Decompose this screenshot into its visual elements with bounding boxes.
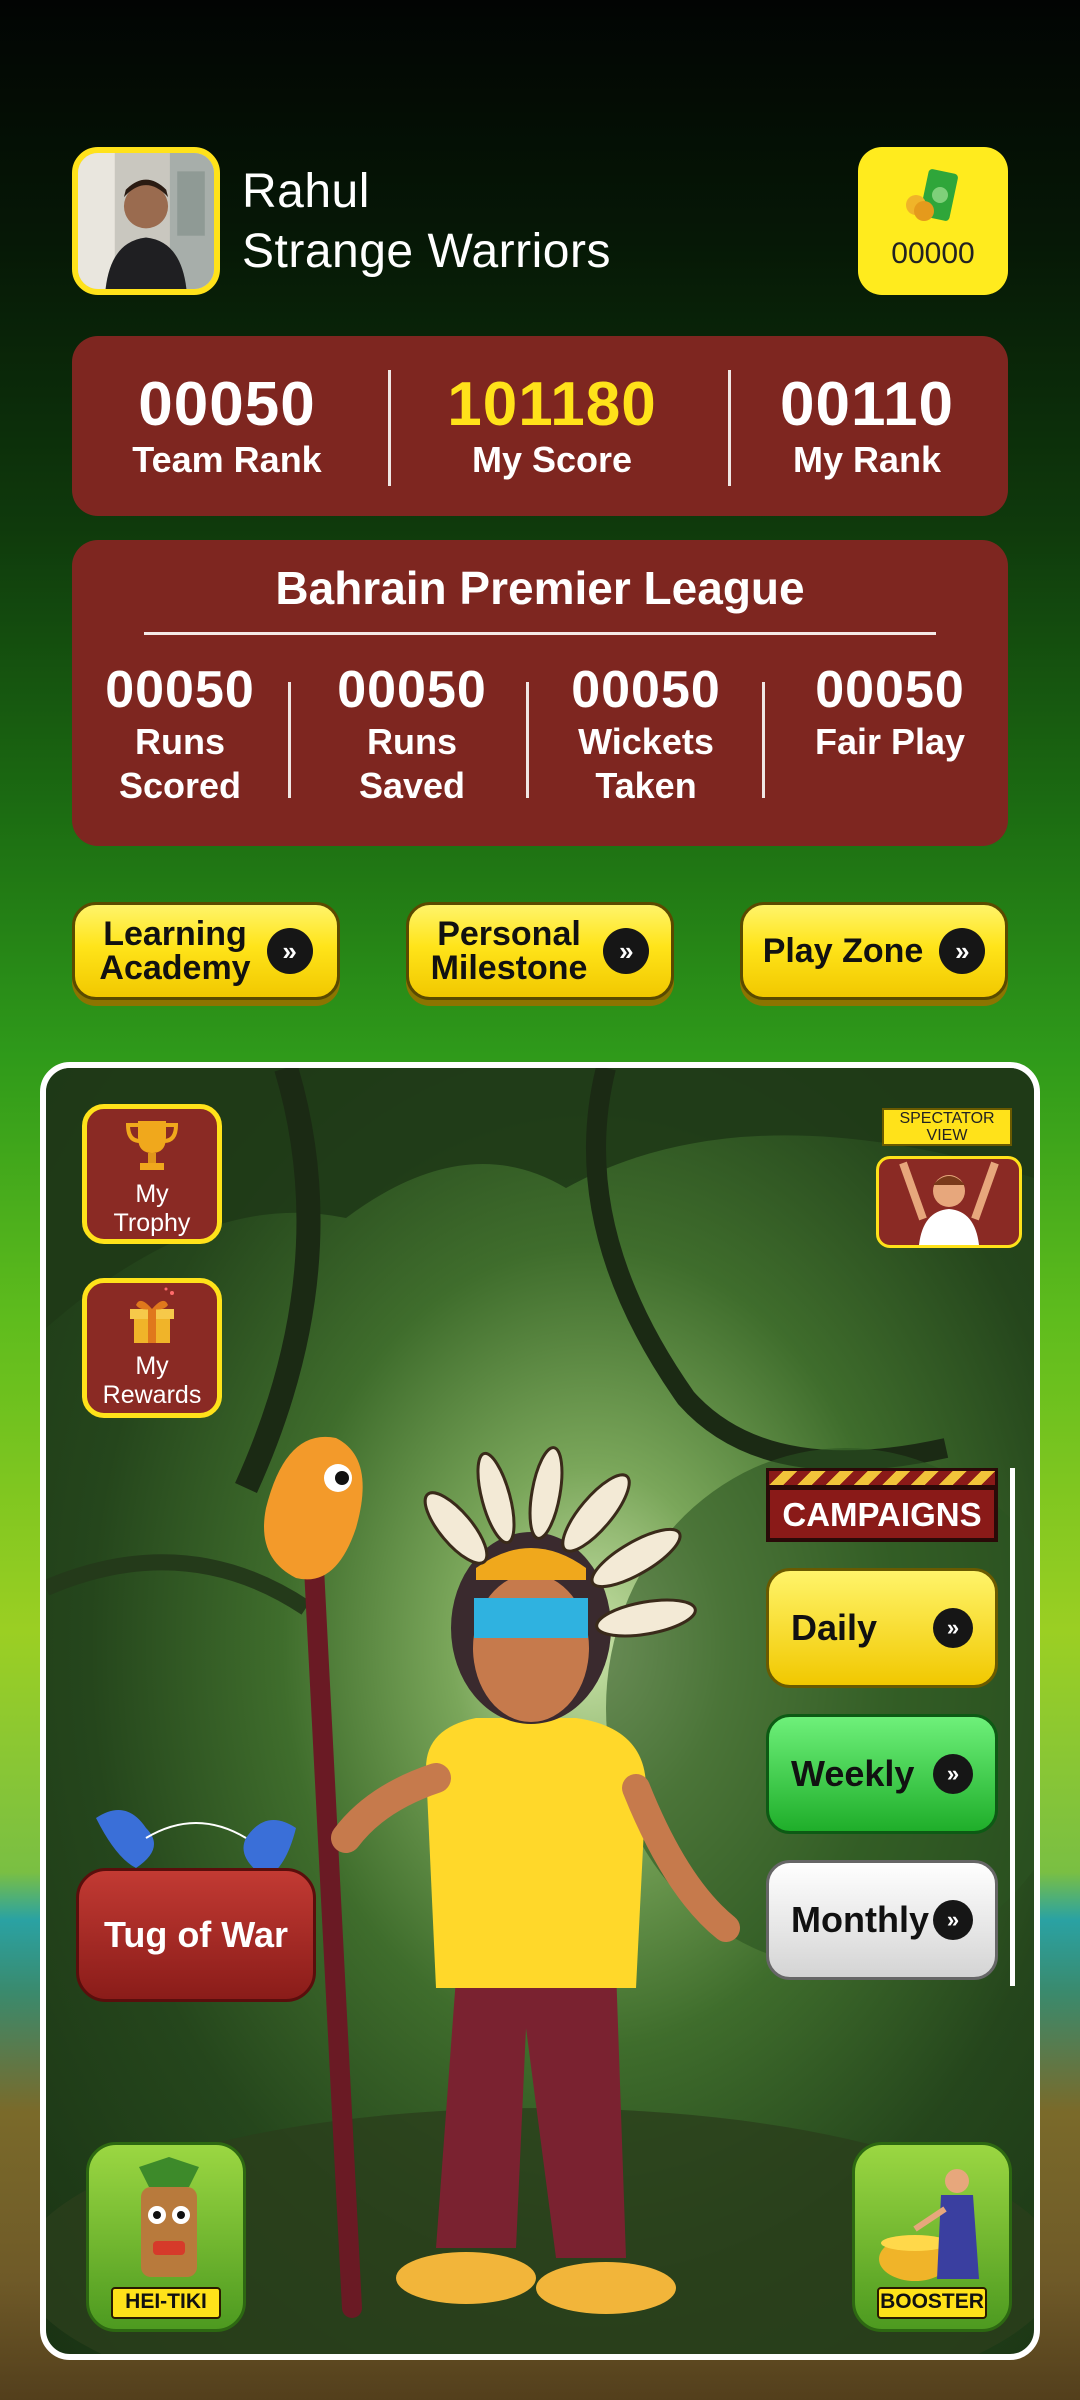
daily-label: Daily — [791, 1607, 878, 1648]
fair-play-value: 00050 — [815, 661, 965, 719]
cauldron-icon — [879, 2169, 979, 2281]
my-rewards-button[interactable]: My Rewards — [82, 1278, 222, 1418]
team-rank-value: 00050 — [138, 370, 316, 439]
runs-saved-stat: 00050 Runs Saved — [312, 660, 512, 808]
learning-academy-button[interactable]: Learning Academy » — [72, 902, 340, 1000]
double-chevron-right-icon: » — [266, 928, 313, 974]
my-score-stat: 101180 My Score — [417, 370, 687, 480]
double-chevron-right-icon: » — [939, 928, 986, 974]
team-name: Strange Warriors — [242, 225, 611, 278]
score-card: 00050 Team Rank 101180 My Score 00110 My… — [72, 336, 1008, 516]
runs-saved-value: 00050 — [337, 661, 487, 719]
league-divider — [144, 632, 936, 635]
hei-tiki-label: HEI-TIKI — [111, 2287, 221, 2319]
my-rewards-label: My Rewards — [102, 1352, 202, 1409]
personal-milestone-button[interactable]: Personal Milestone » — [406, 902, 674, 1000]
character-mascot — [264, 1436, 740, 2318]
my-rank-value: 00110 — [780, 370, 954, 439]
spectator-frame — [876, 1156, 1022, 1248]
team-rank-label: Team Rank — [132, 439, 322, 480]
divider — [388, 370, 391, 486]
trophy-icon — [125, 1121, 179, 1170]
personal-milestone-label: Personal Milestone — [430, 915, 588, 987]
avatar[interactable] — [72, 147, 220, 295]
monthly-campaign-button[interactable]: Monthly » — [766, 1860, 998, 1980]
wickets-taken-stat: 00050 Wickets Taken — [546, 660, 746, 808]
weekly-campaign-button[interactable]: Weekly » — [766, 1714, 998, 1834]
fair-play-stat: 00050 Fair Play — [780, 660, 1000, 764]
runs-saved-label-2: Saved — [358, 765, 466, 806]
runs-saved-label: Runs — [367, 721, 457, 762]
wallet-button[interactable]: 00000 — [858, 147, 1008, 295]
runs-scored-value: 00050 — [105, 661, 255, 719]
wickets-taken-value: 00050 — [571, 661, 721, 719]
fair-play-label: Fair Play — [814, 721, 966, 762]
booster-label: BOOSTER — [877, 2287, 987, 2319]
divider — [728, 370, 731, 486]
double-chevron-right-icon: » — [933, 1900, 973, 1940]
team-rank-stat: 00050 Team Rank — [112, 370, 342, 480]
play-zone-label: Play Zone — [762, 932, 924, 970]
money-icon — [906, 169, 958, 221]
divider — [762, 682, 765, 798]
tiki-mask-icon — [139, 2157, 199, 2277]
my-score-value: 101180 — [447, 370, 657, 439]
spectator-view-label: SPECTATOR VIEW — [882, 1108, 1012, 1146]
my-trophy-label: My Trophy — [113, 1180, 191, 1237]
double-chevron-right-icon: » — [603, 928, 650, 974]
weekly-label: Weekly — [791, 1753, 915, 1794]
wickets-taken-label: Wickets — [578, 721, 714, 762]
game-scene: My Trophy My Rewards SPECTATOR VIEW CAMP… — [40, 1062, 1040, 2360]
runs-scored-label: Runs — [135, 721, 225, 762]
wickets-taken-label-2: Taken — [595, 765, 697, 806]
divider — [288, 682, 291, 798]
gift-icon — [130, 1287, 174, 1343]
runs-scored-label-2: Scored — [118, 765, 242, 806]
tug-of-war-button[interactable]: Tug of War — [76, 1868, 316, 2002]
runs-scored-stat: 00050 Runs Scored — [80, 660, 280, 808]
hei-tiki-button[interactable]: HEI-TIKI — [86, 2142, 246, 2332]
divider — [526, 682, 529, 798]
wallet-amount: 00000 — [891, 237, 975, 270]
league-title: Bahrain Premier League — [275, 562, 805, 614]
league-card: Bahrain Premier League 00050 Runs Scored… — [72, 540, 1008, 846]
booster-button[interactable]: BOOSTER — [852, 2142, 1012, 2332]
campaigns-label: CAMPAIGNS — [766, 1486, 998, 1542]
my-trophy-button[interactable]: My Trophy — [82, 1104, 222, 1244]
learning-academy-label: Learning Academy — [99, 915, 251, 987]
spectator-icon — [899, 1161, 999, 1245]
my-rank-label: My Rank — [792, 439, 942, 480]
avatar-photo — [78, 153, 214, 289]
campaigns-banner-stripe — [766, 1468, 998, 1488]
monthly-label: Monthly — [791, 1899, 929, 1940]
campaigns-rail — [1010, 1468, 1015, 1986]
my-score-label: My Score — [471, 439, 633, 480]
daily-campaign-button[interactable]: Daily » — [766, 1568, 998, 1688]
my-rank-stat: 00110 My Rank — [752, 370, 982, 480]
double-chevron-right-icon: » — [933, 1608, 973, 1648]
double-chevron-right-icon: » — [933, 1754, 973, 1794]
play-zone-button[interactable]: Play Zone » — [740, 902, 1008, 1000]
spectator-view-button[interactable]: SPECTATOR VIEW — [876, 1108, 1022, 1248]
user-name: Rahul — [242, 165, 370, 218]
